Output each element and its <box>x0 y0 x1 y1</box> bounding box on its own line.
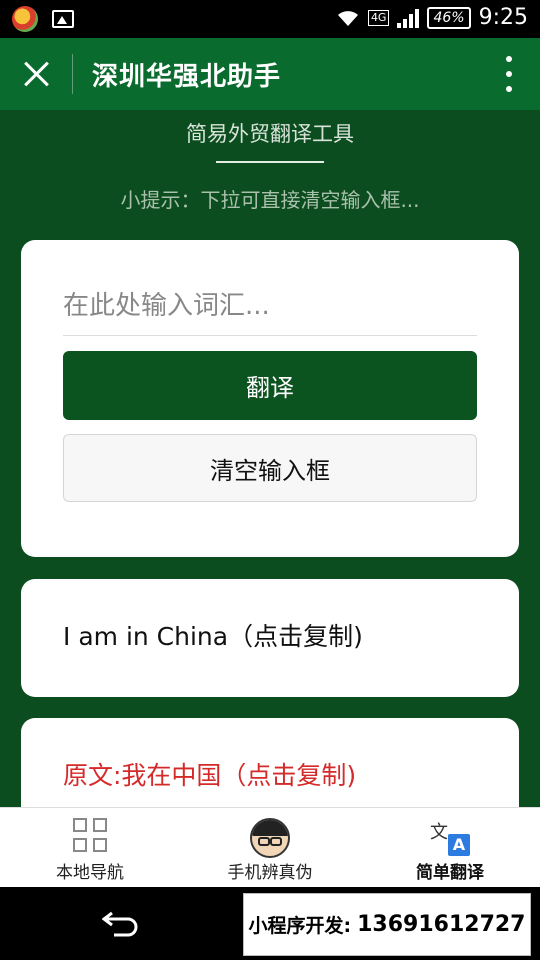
tab-label: 简单翻译 <box>416 863 484 883</box>
signal-icon <box>397 8 420 28</box>
translation-result-text[interactable]: I am in China（点击复制) <box>63 617 363 653</box>
close-icon[interactable] <box>18 56 54 92</box>
clear-input-button[interactable]: 清空输入框 <box>63 434 477 502</box>
subtitle-divider <box>216 161 324 163</box>
promo-banner: 小程序开发: 13691612727 <box>243 893 531 956</box>
title-bar: 深圳华强北助手 <box>0 38 540 110</box>
title-divider <box>72 54 73 94</box>
face-icon <box>250 818 290 858</box>
translation-result-card[interactable]: I am in China（点击复制) <box>21 579 519 697</box>
promo-phone: 13691612727 <box>357 912 526 937</box>
app-notification-icon <box>12 6 38 32</box>
tab-local-navigation[interactable]: 本地导航 <box>0 808 180 887</box>
back-icon[interactable] <box>102 909 140 937</box>
promo-label: 小程序开发: <box>248 915 352 937</box>
tip-text: 小提示：下拉可直接清空输入框... <box>120 188 420 212</box>
page-title: 深圳华强北助手 <box>92 62 282 92</box>
clock: 9:25 <box>478 5 528 30</box>
status-bar: 4G 46% 9:25 <box>0 0 540 38</box>
network-type: 4G <box>367 9 390 26</box>
tab-label: 手机辨真伪 <box>227 863 313 883</box>
grid-icon <box>73 818 107 852</box>
tab-simple-translate[interactable]: 文A 简单翻译 <box>360 808 540 887</box>
translate-button[interactable]: 翻译 <box>63 351 477 420</box>
tab-label: 本地导航 <box>56 863 124 883</box>
original-text[interactable]: 原文:我在中国（点击复制) <box>63 756 356 792</box>
wifi-icon <box>337 10 358 26</box>
bottom-tab-bar: 本地导航 手机辨真伪 文A 简单翻译 <box>0 807 540 887</box>
main-content[interactable]: 简易外贸翻译工具 小提示：下拉可直接清空输入框... 翻译 清空输入框 I am… <box>0 110 540 807</box>
original-text-card[interactable]: 原文:我在中国（点击复制) <box>21 718 519 807</box>
tool-subtitle: 简易外贸翻译工具 <box>186 122 354 146</box>
tab-phone-verify[interactable]: 手机辨真伪 <box>180 808 360 887</box>
input-card: 翻译 清空输入框 <box>21 240 519 557</box>
translate-icon: 文A <box>430 818 470 856</box>
image-notification-icon <box>52 10 74 28</box>
more-options-icon[interactable] <box>506 56 514 92</box>
word-input[interactable] <box>63 276 477 336</box>
battery-indicator: 46% <box>427 6 471 29</box>
